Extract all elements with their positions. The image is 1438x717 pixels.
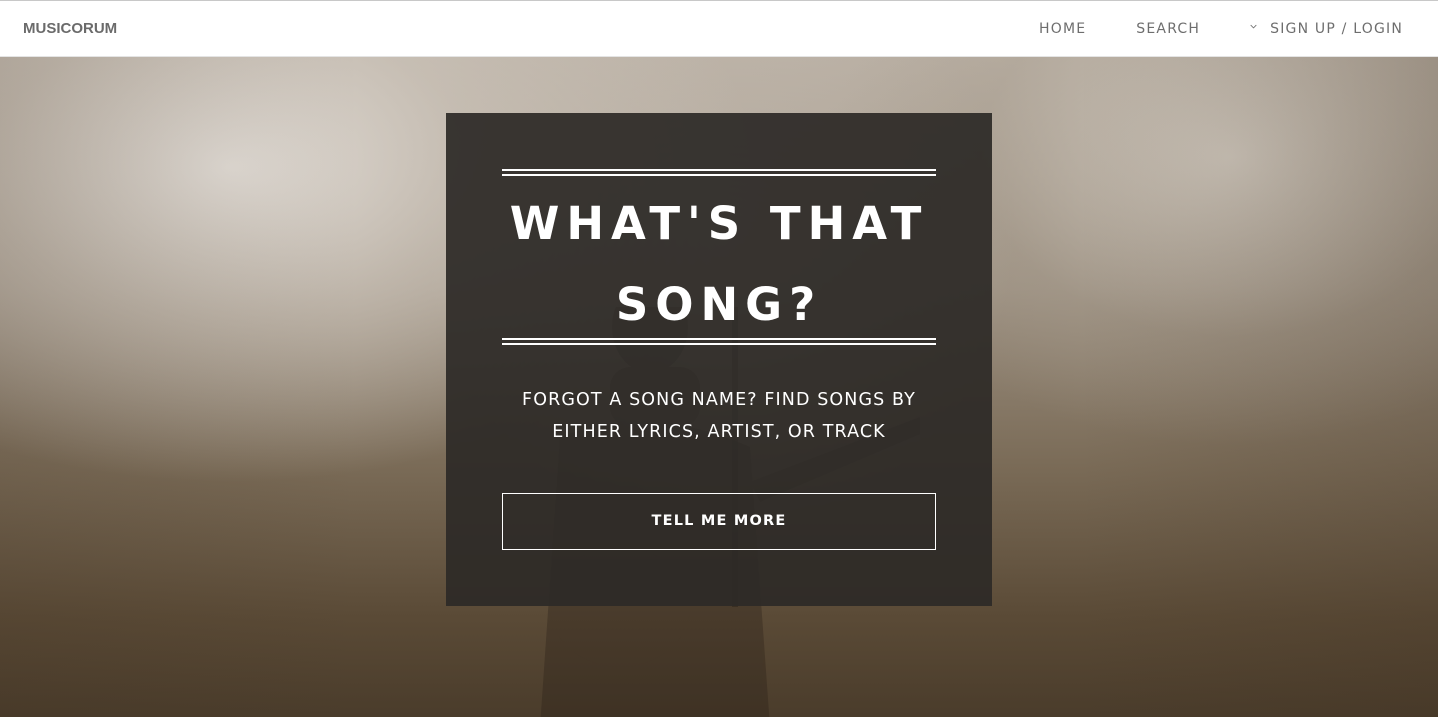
page: MUSICORUM HOME SEARCH SIGN UP / LOGIN WH… <box>0 0 1438 717</box>
tell-me-more-button[interactable]: TELL ME MORE <box>502 493 936 550</box>
hero-card: WHAT'S THAT SONG? FORGOT A SONG NAME? FI… <box>446 113 992 606</box>
headline-rule-top <box>502 169 936 176</box>
nav-signup-login-label: SIGN UP / LOGIN <box>1270 21 1403 37</box>
nav-links: HOME SEARCH SIGN UP / LOGIN <box>989 21 1403 37</box>
brand-logo[interactable]: MUSICORUM <box>23 20 117 37</box>
nav-home-link[interactable]: HOME <box>1039 21 1086 37</box>
nav-signup-login-link[interactable]: SIGN UP / LOGIN <box>1250 21 1403 37</box>
hero-headline: WHAT'S THAT SONG? <box>509 197 929 331</box>
nav-search-link[interactable]: SEARCH <box>1136 21 1200 37</box>
top-navbar: MUSICORUM HOME SEARCH SIGN UP / LOGIN <box>0 0 1438 57</box>
chevron-down-icon <box>1250 24 1257 29</box>
hero-section: WHAT'S THAT SONG? FORGOT A SONG NAME? FI… <box>0 57 1438 717</box>
headline-rule-bottom <box>502 338 936 345</box>
hero-subtext: FORGOT A SONG NAME? FIND SONGS BY EITHER… <box>522 390 916 442</box>
